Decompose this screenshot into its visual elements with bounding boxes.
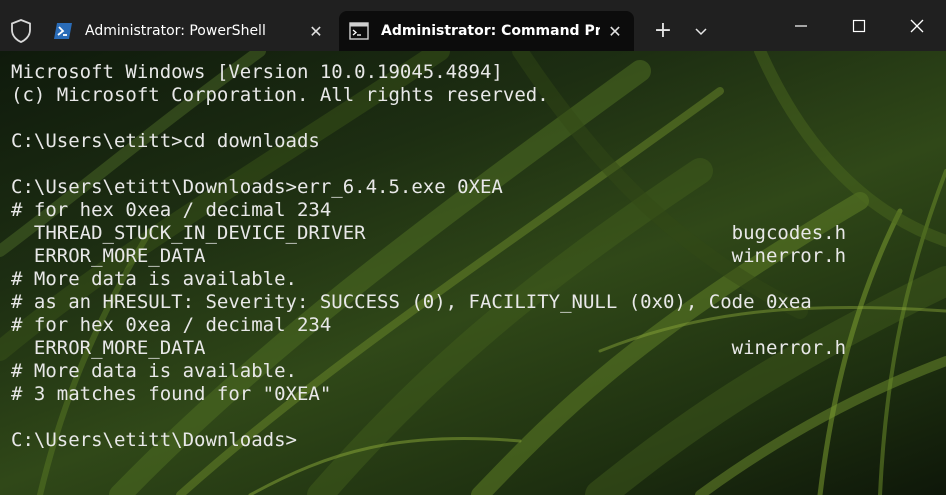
close-tab-button[interactable]: ✕	[600, 22, 630, 41]
chevron-down-icon[interactable]	[690, 18, 712, 44]
terminal-line: ERROR_MORE_DATA winerror.h	[11, 337, 847, 359]
terminal-line: # for hex 0xea / decimal 234	[11, 314, 332, 336]
tab-powershell[interactable]: Administrator: PowerShell ✕	[43, 11, 335, 51]
new-tab-button[interactable]: +	[650, 18, 676, 44]
powershell-icon	[54, 23, 72, 39]
close-window-button[interactable]	[888, 0, 946, 51]
terminal-line: # for hex 0xea / decimal 234	[11, 199, 332, 221]
terminal-line: # 3 matches found for "0XEA"	[11, 383, 332, 405]
terminal-line: (c) Microsoft Corporation. All rights re…	[11, 84, 549, 106]
terminal-line: # More data is available.	[11, 360, 297, 382]
terminal-line: # as an HRESULT: Severity: SUCCESS (0), …	[11, 291, 812, 313]
terminal-prompt: C:\Users\etitt\Downloads>	[11, 429, 297, 451]
terminal-line: C:\Users\etitt>cd downloads	[11, 130, 320, 152]
cmd-icon	[349, 22, 369, 40]
terminal-pane[interactable]: Microsoft Windows [Version 10.0.19045.48…	[0, 51, 946, 495]
minimize-icon	[795, 24, 807, 27]
shield-icon	[11, 19, 31, 43]
minimize-button[interactable]	[772, 0, 830, 51]
terminal-line: ERROR_MORE_DATA winerror.h	[11, 245, 847, 267]
terminal-output[interactable]: Microsoft Windows [Version 10.0.19045.48…	[11, 61, 846, 452]
close-icon	[910, 19, 924, 32]
close-tab-button[interactable]: ✕	[301, 22, 331, 41]
terminal-line: THREAD_STUCK_IN_DEVICE_DRIVER bugcodes.h	[11, 222, 847, 244]
terminal-line: Microsoft Windows [Version 10.0.19045.48…	[11, 61, 503, 83]
terminal-line: # More data is available.	[11, 268, 297, 290]
terminal-line: C:\Users\etitt\Downloads>err_6.4.5.exe 0…	[11, 176, 503, 198]
maximize-icon	[852, 19, 866, 32]
tab-command-prompt[interactable]: Administrator: Command Prompt ✕	[339, 11, 634, 51]
tab-label: Administrator: Command Prompt	[381, 23, 600, 39]
maximize-button[interactable]	[830, 0, 888, 51]
title-bar[interactable]: Administrator: PowerShell ✕ Administrato…	[0, 0, 946, 51]
tab-label: Administrator: PowerShell	[85, 23, 266, 39]
